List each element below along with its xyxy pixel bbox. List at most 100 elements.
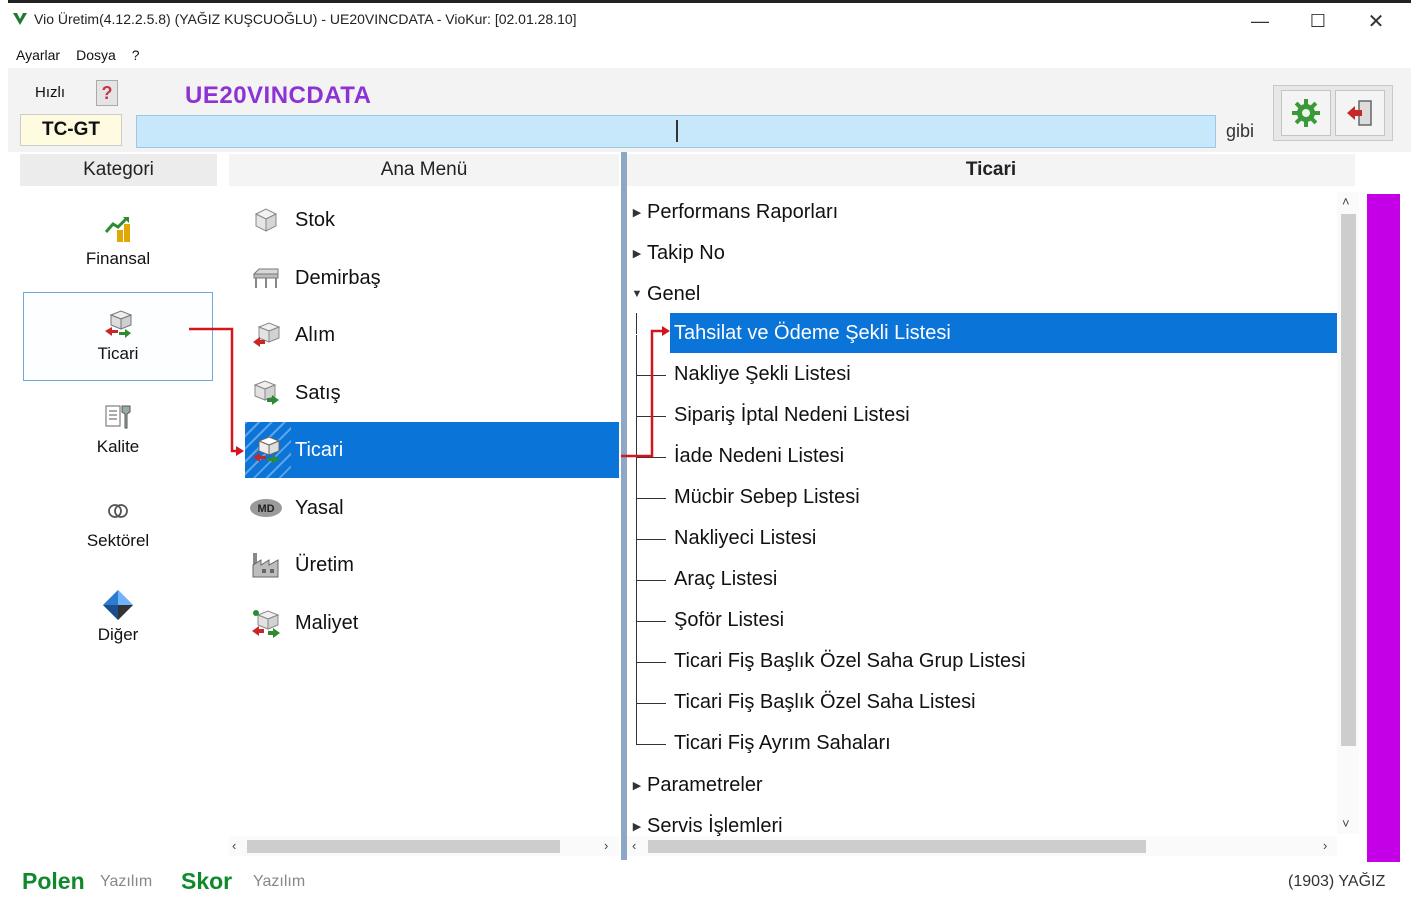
scroll-left-icon[interactable]: ‹	[632, 838, 636, 853]
quality-tools-icon	[101, 400, 135, 434]
tree-leaf-label: Araç Listesi	[674, 568, 778, 590]
scroll-up-icon[interactable]: ˄	[1342, 194, 1350, 209]
tree-node-genel[interactable]: ▼ Genel	[627, 276, 701, 312]
gear-icon	[1292, 99, 1320, 127]
tree-leaf-label: Ticari Fiş Başlık Özel Saha Listesi	[674, 691, 976, 713]
menu-item-yasal[interactable]: MD Yasal	[245, 480, 619, 536]
brand-skor-sub: Yazılım	[253, 873, 306, 890]
tree-vertical-scroll-thumb[interactable]	[1341, 214, 1356, 746]
purchase-icon	[249, 318, 283, 352]
scroll-right-icon[interactable]: ›	[1323, 838, 1327, 853]
menu-item-alim[interactable]: Alım	[245, 307, 619, 363]
tree-leaf-label: Ticari Fiş Ayrım Sahaları	[674, 732, 891, 754]
text-caret	[676, 120, 678, 142]
category-label: Ticari	[97, 344, 139, 363]
tree-leaf-arac[interactable]: Araç Listesi	[628, 562, 1338, 598]
tree-leaf-mucbir-sebep[interactable]: Mücbir Sebep Listesi	[628, 480, 1338, 516]
tree-leaf-ayrim-sahalari[interactable]: Ticari Fiş Ayrım Sahaları	[628, 726, 1338, 762]
sector-rings-icon	[101, 494, 135, 528]
category-label: Kalite	[96, 437, 140, 456]
expand-arrow-icon[interactable]: ▶	[627, 820, 647, 833]
minimize-button[interactable]: —	[1238, 6, 1282, 36]
tree-leaf-nakliyeci[interactable]: Nakliyeci Listesi	[628, 521, 1338, 557]
tree-leaf-nakliye-sekli[interactable]: Nakliye Şekli Listesi	[628, 357, 1338, 393]
expand-arrow-icon[interactable]: ▶	[627, 247, 647, 260]
menu-label: Yasal	[295, 496, 344, 519]
cost-icon	[249, 606, 283, 640]
scroll-left-icon[interactable]: ‹	[232, 838, 236, 853]
tree-leaf-sofor[interactable]: Şoför Listesi	[628, 603, 1338, 639]
maximize-button[interactable]: ☐	[1296, 6, 1340, 36]
factory-icon	[249, 548, 283, 582]
scroll-right-icon[interactable]: ›	[604, 838, 608, 853]
category-column-header: Kategori	[20, 154, 217, 186]
tree-node-takip-no[interactable]: ▶ Takip No	[627, 235, 725, 271]
tree-leaf-tahsilat[interactable]: Tahsilat ve Ödeme Şekli Listesi	[628, 316, 1338, 352]
menu-label: Demirbaş	[295, 266, 381, 289]
tree-leaf-siparis-iptal[interactable]: Sipariş İptal Nedeni Listesi	[628, 398, 1338, 434]
category-ticari[interactable]: Ticari	[23, 292, 213, 381]
help-button[interactable]: ?	[96, 80, 118, 106]
tree-leaf-iade-nedeni[interactable]: İade Nedeni Listesi	[628, 439, 1338, 475]
menu-horizontal-scroll-thumb[interactable]	[247, 840, 560, 853]
category-label: Sektörel	[86, 531, 150, 550]
category-kalite[interactable]: Kalite	[23, 386, 213, 474]
box-icon	[249, 203, 283, 237]
legal-md-icon: MD	[249, 491, 283, 525]
tree-node-label: Genel	[647, 282, 701, 305]
tree-horizontal-scroll-thumb[interactable]	[648, 840, 1146, 853]
menu-item-maliyet[interactable]: Maliyet	[245, 595, 619, 651]
tree-leaf-label: Tahsilat ve Ödeme Şekli Listesi	[674, 322, 951, 344]
menu-bar: Ayarlar Dosya ?	[8, 42, 1411, 68]
tree-node-performans[interactable]: ▶ Performans Raporları	[627, 194, 838, 230]
menu-dosya[interactable]: Dosya	[68, 47, 124, 63]
tree-leaf-label: Sipariş İptal Nedeni Listesi	[674, 404, 910, 426]
main-menu-panel: Stok Demirbaş Alım Satış Ticari MD Yasal…	[229, 192, 619, 834]
tree-column-header: Ticari	[627, 154, 1355, 186]
category-diger[interactable]: Diğer	[23, 574, 213, 662]
category-sektorel[interactable]: Sektörel	[23, 480, 213, 568]
category-panel: Finansal Ticari Kalite Sektörel Diğer	[20, 192, 217, 856]
side-accent-bar	[1367, 194, 1400, 862]
window-title: Vio Üretim(4.12.2.5.8) (YAĞIZ KUŞCUOĞLU)…	[34, 11, 577, 27]
menu-label: Ticari	[295, 438, 344, 461]
search-mode-label: gibi	[1226, 121, 1255, 141]
app-logo-icon	[13, 13, 27, 25]
tree-leaf-ozel-saha-grup[interactable]: Ticari Fiş Başlık Özel Saha Grup Listesi	[628, 644, 1338, 680]
menu-label: Üretim	[295, 553, 354, 576]
menu-item-uretim[interactable]: Üretim	[245, 537, 619, 593]
tree-leaf-label: Nakliyeci Listesi	[674, 527, 817, 549]
menu-item-demirbas[interactable]: Demirbaş	[245, 250, 619, 306]
brand-polen: Polen	[22, 868, 85, 894]
svg-text:MD: MD	[257, 503, 274, 515]
tree-node-label: Parametreler	[647, 773, 763, 796]
settings-button[interactable]	[1281, 90, 1331, 136]
collapse-arrow-icon[interactable]: ▼	[627, 288, 647, 300]
brand-skor: Skor	[181, 868, 233, 894]
exit-door-icon	[1347, 100, 1372, 126]
main-menu-column-header: Ana Menü	[229, 154, 619, 186]
tree-node-parametreler[interactable]: ▶ Parametreler	[627, 767, 763, 803]
tree-leaf-ozel-saha[interactable]: Ticari Fiş Başlık Özel Saha Listesi	[628, 685, 1338, 721]
quick-code-field[interactable]: TC-GT	[20, 114, 122, 146]
scroll-down-icon[interactable]: ˅	[1342, 816, 1350, 831]
sales-icon	[249, 376, 283, 410]
trade-boxes-icon	[101, 307, 135, 341]
menu-label: Stok	[295, 208, 336, 231]
tree-node-label: Takip No	[647, 241, 725, 264]
close-button[interactable]: ✕	[1354, 6, 1398, 36]
menu-item-satis[interactable]: Satış	[245, 365, 619, 421]
category-finansal[interactable]: Finansal	[23, 198, 213, 286]
quick-label: Hızlı	[35, 84, 65, 101]
expand-arrow-icon[interactable]: ▶	[627, 779, 647, 792]
menu-label: Maliyet	[295, 611, 359, 634]
menu-item-stok[interactable]: Stok	[245, 192, 619, 248]
finance-chart-icon	[101, 212, 135, 246]
menu-ayarlar[interactable]: Ayarlar	[8, 47, 68, 63]
exit-button[interactable]	[1335, 90, 1385, 136]
menu-item-ticari[interactable]: Ticari	[245, 422, 619, 478]
database-name: UE20VINCDATA	[185, 82, 372, 109]
menu-help[interactable]: ?	[124, 47, 148, 63]
expand-arrow-icon[interactable]: ▶	[627, 206, 647, 219]
category-label: Diğer	[97, 625, 139, 644]
